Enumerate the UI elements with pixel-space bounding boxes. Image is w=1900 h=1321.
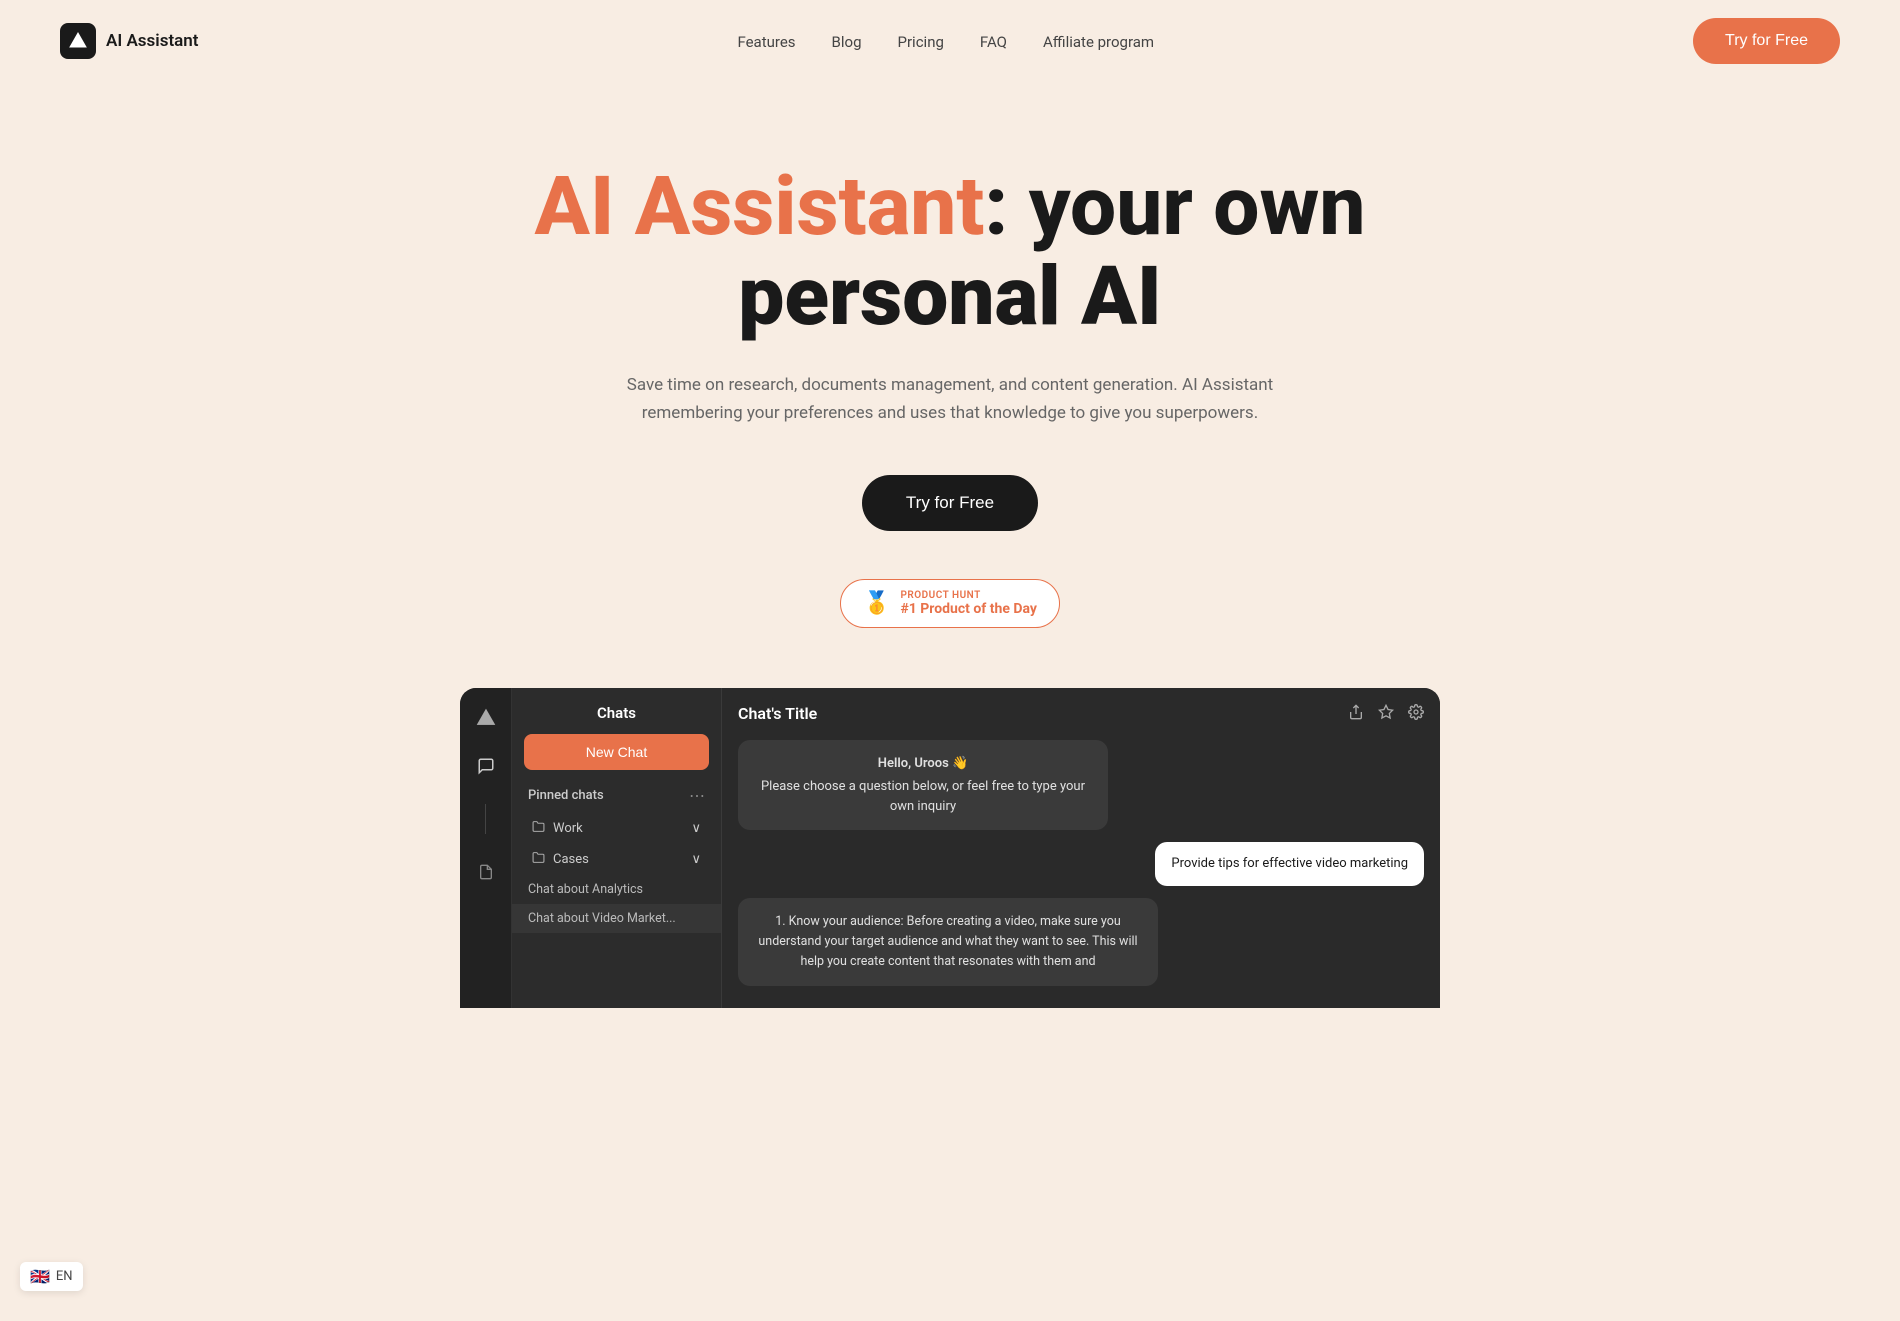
nav-affiliate[interactable]: Affiliate program: [1043, 33, 1154, 51]
language-label: EN: [56, 1269, 73, 1284]
chat-item-analytics[interactable]: Chat about Analytics: [512, 875, 721, 904]
chat-title: Chat's Title: [738, 704, 817, 723]
flag-icon: 🇬🇧: [30, 1267, 50, 1286]
settings-icon[interactable]: [1408, 704, 1424, 724]
hero-section: AI Assistant: your ownpersonal AI Save t…: [0, 82, 1900, 1048]
chat-header: Chat's Title: [738, 704, 1424, 724]
logo-area: AI Assistant: [60, 23, 199, 59]
chevron-down-icon-cases: ∨: [691, 852, 701, 867]
greeting-message: Hello, Uroos 👋 Please choose a question …: [738, 740, 1108, 831]
ph-product-title: #1 Product of the Day: [900, 601, 1036, 617]
logo-sidebar-icon: [472, 704, 500, 732]
user-message: Provide tips for effective video marketi…: [1155, 842, 1424, 886]
chat-sidebar-icon[interactable]: [472, 752, 500, 780]
divider: [485, 804, 486, 834]
nav-links: Features Blog Pricing FAQ Affiliate prog…: [737, 32, 1154, 51]
folder-work-label: Work: [553, 821, 583, 836]
chat-main-area: Chat's Title: [722, 688, 1440, 1008]
language-selector[interactable]: 🇬🇧 EN: [20, 1262, 83, 1291]
folder-cases-label: Cases: [553, 852, 589, 867]
nav-faq[interactable]: FAQ: [980, 33, 1007, 51]
hero-title: AI Assistant: your ownpersonal AI: [500, 162, 1400, 342]
logo-icon: [60, 23, 96, 59]
app-preview: Chats New Chat Pinned chats ⋯ Work ∨: [460, 688, 1440, 1008]
navbar: AI Assistant Features Blog Pricing FAQ A…: [0, 0, 1900, 82]
document-sidebar-icon[interactable]: [472, 858, 500, 886]
pinned-chats-header: Pinned chats ⋯: [512, 786, 721, 813]
folder-icon-cases: [532, 851, 545, 868]
folder-cases[interactable]: Cases ∨: [512, 844, 721, 875]
nav-pricing[interactable]: Pricing: [898, 33, 944, 51]
chats-sidebar-header: Chats: [512, 704, 721, 734]
chat-header-actions: [1348, 704, 1424, 724]
pinned-more-icon[interactable]: ⋯: [689, 786, 705, 805]
nav-blog[interactable]: Blog: [832, 33, 862, 51]
try-free-nav-button[interactable]: Try for Free: [1693, 18, 1840, 64]
ph-label: PRODUCT HUNT: [900, 590, 980, 601]
hero-subtitle: Save time on research, documents managem…: [610, 372, 1290, 426]
greeting-text: Hello, Uroos 👋: [754, 754, 1092, 774]
new-chat-button[interactable]: New Chat: [524, 734, 709, 770]
logo-text: AI Assistant: [106, 31, 199, 51]
share-icon[interactable]: [1348, 704, 1364, 724]
try-free-hero-button[interactable]: Try for Free: [862, 475, 1038, 531]
medal-icon: 🥇: [863, 591, 890, 616]
pinned-label: Pinned chats: [528, 788, 604, 803]
hero-title-accent: AI Assistant: [535, 159, 985, 255]
ph-text: PRODUCT HUNT #1 Product of the Day: [900, 590, 1036, 617]
chevron-down-icon: ∨: [691, 821, 701, 836]
folder-icon-work: [532, 820, 545, 837]
chats-sidebar: Chats New Chat Pinned chats ⋯ Work ∨: [512, 688, 722, 1008]
pin-icon[interactable]: [1378, 704, 1394, 724]
sidebar-icon-bar: [460, 688, 512, 1008]
nav-features[interactable]: Features: [737, 33, 795, 51]
product-hunt-badge: 🥇 PRODUCT HUNT #1 Product of the Day: [840, 579, 1060, 628]
chat-item-video[interactable]: Chat about Video Market... 🗑: [512, 904, 721, 933]
folder-work[interactable]: Work ∨: [512, 813, 721, 844]
ai-response-message: 1. Know your audience: Before creating a…: [738, 898, 1158, 986]
greeting-sub-text: Please choose a question below, or feel …: [754, 777, 1092, 816]
